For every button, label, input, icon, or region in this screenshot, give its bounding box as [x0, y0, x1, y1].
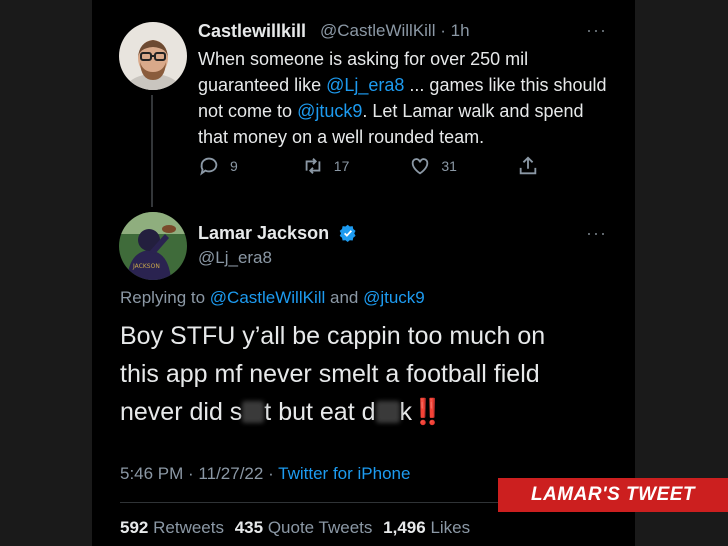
lamar-jackson-avatar-image: JACKSON	[119, 212, 187, 280]
likes-stat[interactable]: 1,496 Likes	[383, 518, 470, 537]
retweet-button[interactable]: 17	[302, 155, 350, 177]
verified-badge-icon	[339, 224, 356, 242]
tweet-meta: 5:46 PM · 11/27/22 · Twitter for iPhone	[120, 464, 411, 483]
retweets-stat[interactable]: 592 Retweets	[120, 518, 224, 537]
tweet-date[interactable]: 11/27/22	[198, 464, 263, 483]
lamar-jackson-avatar[interactable]: JACKSON	[119, 212, 187, 280]
tweet-thread-card: Castlewillkill @CastleWillKill · 1h ··· …	[92, 0, 635, 546]
mention-jtuck9[interactable]: @jtuck9	[297, 101, 362, 121]
reply-count: 9	[230, 158, 238, 174]
replying-to: Replying to @CastleWillKill and @jtuck9	[120, 288, 425, 307]
like-count: 31	[441, 158, 457, 174]
lamars-tweet-banner: LAMAR'S TWEET	[498, 478, 728, 512]
main-author-handle[interactable]: @Lj_era8	[198, 248, 272, 268]
tweet-stats: 592 Retweets 435 Quote Tweets 1,496 Like…	[120, 518, 470, 538]
main-author-name-row[interactable]: Lamar Jackson	[198, 223, 357, 244]
reply-text: When someone is asking for over 250 mil …	[198, 49, 607, 147]
main-more-options[interactable]: ···	[586, 223, 607, 244]
castlewillkill-avatar[interactable]	[119, 22, 187, 90]
reply-more-options[interactable]: ···	[586, 20, 607, 41]
censor-blur	[375, 401, 400, 423]
mention-lj-era8[interactable]: @Lj_era8	[326, 75, 404, 95]
retweet-icon	[305, 158, 321, 174]
reply-author-name[interactable]: Castlewillkill	[198, 21, 306, 42]
castlewillkill-avatar-image	[119, 22, 187, 90]
share-icon	[519, 156, 537, 175]
retweet-count: 17	[333, 158, 350, 174]
reply-actions: 9 17 31	[198, 155, 539, 177]
reply-timestamp[interactable]: 1h	[451, 21, 470, 40]
main-tweet-text: Boy STFU y’all be cappin too much on thi…	[120, 322, 546, 426]
thread-connector-line	[151, 95, 153, 207]
heart-icon	[412, 158, 429, 175]
replying-to-castlewillkill[interactable]: @CastleWillKill	[210, 288, 326, 307]
tweet-source[interactable]: Twitter for iPhone	[278, 464, 410, 483]
reply-tweet[interactable]: Castlewillkill @CastleWillKill · 1h ··· …	[92, 0, 635, 210]
quote-tweets-stat[interactable]: 435 Quote Tweets	[235, 518, 373, 537]
like-button[interactable]: 31	[409, 155, 457, 177]
main-author-name[interactable]: Lamar Jackson	[198, 223, 329, 243]
double-exclamation-emoji: ‼️	[412, 398, 444, 426]
reply-author-handle[interactable]: @CastleWillKill	[320, 21, 436, 40]
reply-author-meta[interactable]: @CastleWillKill · 1h	[320, 21, 470, 41]
share-button[interactable]	[517, 155, 539, 177]
replying-to-jtuck9[interactable]: @jtuck9	[363, 288, 425, 307]
tweet-time[interactable]: 5:46 PM	[120, 464, 183, 483]
reply-icon	[200, 157, 218, 176]
censor-blur	[242, 401, 265, 423]
svg-text:JACKSON: JACKSON	[132, 263, 160, 270]
reply-button[interactable]: 9	[198, 155, 238, 177]
